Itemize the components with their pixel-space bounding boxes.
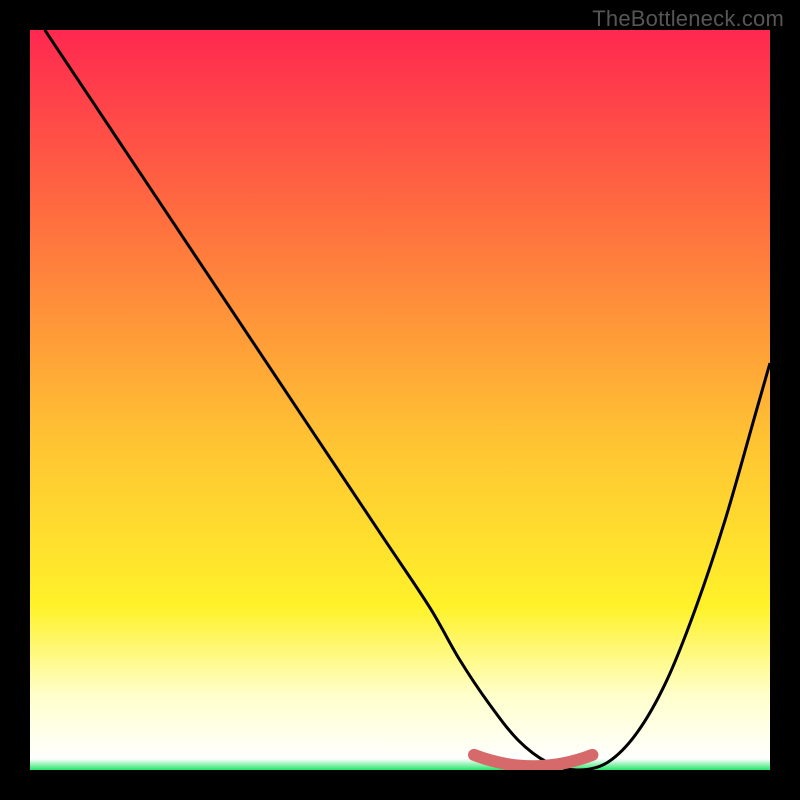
plot-area <box>30 30 770 770</box>
bottleneck-curve <box>45 30 770 770</box>
chart-frame: TheBottleneck.com <box>0 0 800 800</box>
curve-layer <box>30 30 770 770</box>
watermark-text: TheBottleneck.com <box>592 6 784 32</box>
optimal-range-marker <box>474 755 592 766</box>
